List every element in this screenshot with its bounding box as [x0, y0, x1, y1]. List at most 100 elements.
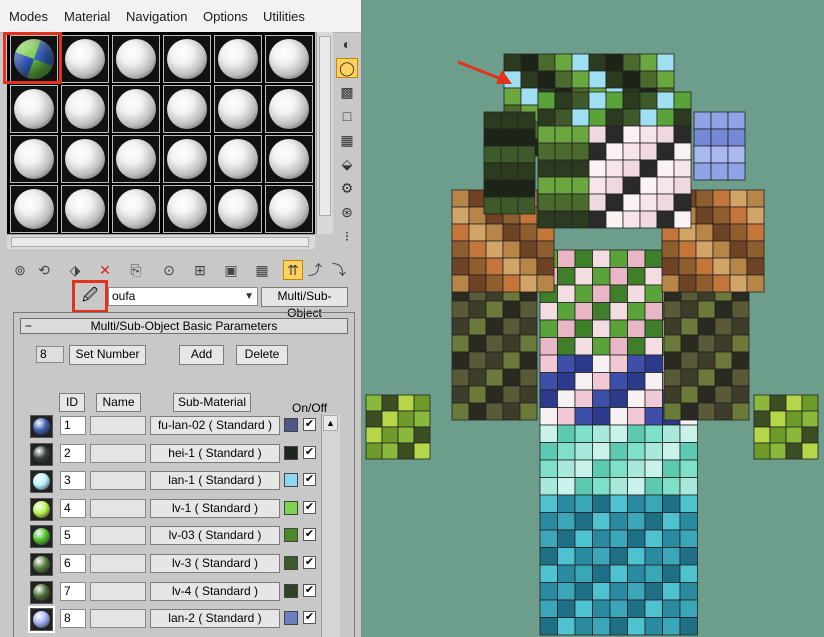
submaterial-color-swatch[interactable] — [284, 556, 298, 570]
submaterial-name-field[interactable] — [90, 609, 146, 629]
assign-to-selection-icon[interactable]: ⬗ — [65, 260, 85, 280]
material-name-dropdown[interactable]: oufa ▼ — [108, 287, 258, 306]
submaterial-swatch[interactable] — [30, 553, 53, 576]
material-count-field[interactable]: 8 — [36, 346, 64, 363]
submaterial-id-field[interactable]: 1 — [60, 416, 86, 435]
submaterial-color-swatch[interactable] — [284, 445, 298, 460]
submaterial-button[interactable]: hei-1 ( Standard ) — [150, 443, 280, 463]
submaterial-on-checkbox[interactable]: ✔ — [303, 556, 316, 569]
sample-uv-tiling-icon[interactable]: □ — [336, 106, 358, 126]
submaterial-swatch[interactable] — [30, 415, 53, 438]
submaterial-id-field[interactable]: 7 — [60, 581, 86, 601]
sample-slot[interactable] — [163, 135, 211, 183]
sample-slot[interactable] — [112, 185, 160, 233]
sample-slot[interactable] — [112, 35, 160, 83]
sort-by-name-button[interactable]: Name — [96, 393, 141, 412]
submaterial-color-swatch[interactable] — [284, 473, 298, 488]
submaterial-on-checkbox[interactable]: ✔ — [303, 583, 316, 597]
material-navigator-icon[interactable]: ⁝ — [336, 226, 358, 246]
show-map-in-viewport-icon[interactable]: ▦ — [252, 260, 272, 280]
sample-slot[interactable] — [10, 85, 58, 133]
sample-slot[interactable] — [61, 85, 109, 133]
sample-type-icon[interactable]: ◐ — [336, 34, 358, 54]
submaterial-color-swatch[interactable] — [284, 418, 298, 432]
submaterial-id-field[interactable]: 6 — [60, 554, 86, 573]
sample-slot[interactable] — [163, 185, 211, 233]
sample-slot[interactable] — [61, 185, 109, 233]
sample-slot[interactable] — [214, 85, 262, 133]
video-color-check-icon[interactable]: ▦ — [336, 130, 358, 150]
sample-slot[interactable] — [265, 185, 313, 233]
sample-slot[interactable] — [61, 135, 109, 183]
submaterial-on-checkbox[interactable]: ✔ — [303, 611, 316, 625]
submaterial-color-swatch[interactable] — [284, 583, 298, 598]
submaterial-id-field[interactable]: 3 — [60, 471, 86, 491]
submaterial-name-field[interactable] — [90, 554, 146, 573]
put-to-scene-icon[interactable]: ⟲ — [34, 260, 54, 280]
submaterial-button[interactable]: lv-4 ( Standard ) — [150, 581, 280, 601]
submaterial-swatch[interactable] — [28, 606, 55, 634]
add-button[interactable]: Add — [179, 345, 224, 365]
menu-modes[interactable]: Modes — [9, 9, 48, 24]
copy-material-icon[interactable]: ⎘ — [126, 260, 146, 280]
submaterial-button[interactable]: lan-2 ( Standard ) — [150, 609, 280, 629]
delete-button[interactable]: Delete — [236, 345, 288, 365]
3d-viewport[interactable] — [362, 0, 824, 637]
scroll-up-icon[interactable]: ▲ — [323, 415, 338, 431]
sample-slot[interactable] — [214, 35, 262, 83]
submaterial-on-checkbox[interactable]: ✔ — [303, 473, 316, 487]
menu-material[interactable]: Material — [64, 9, 110, 24]
sample-slot[interactable] — [265, 85, 313, 133]
sort-by-submaterial-button[interactable]: Sub-Material — [173, 393, 251, 412]
submaterial-swatch[interactable] — [30, 497, 53, 521]
get-material-icon[interactable]: ⊚ — [10, 260, 30, 280]
sample-slot[interactable] — [265, 35, 313, 83]
material-id-channel-icon[interactable]: ▣ — [221, 260, 241, 280]
submaterial-id-field[interactable]: 5 — [60, 526, 86, 546]
rollout-title-bar[interactable]: − Multi/Sub-Object Basic Parameters — [20, 318, 348, 334]
scrollbar-thumb[interactable] — [319, 36, 331, 216]
sample-slot[interactable] — [10, 185, 58, 233]
show-end-result-icon[interactable]: ⇈ — [283, 260, 303, 280]
submaterial-button[interactable]: fu-lan-02 ( Standard ) — [150, 416, 280, 435]
submaterial-on-checkbox[interactable]: ✔ — [303, 500, 316, 514]
submaterial-name-field[interactable] — [90, 416, 146, 435]
sample-slot[interactable] — [112, 85, 160, 133]
sort-by-id-button[interactable]: ID — [59, 393, 85, 412]
submaterial-color-swatch[interactable] — [284, 500, 298, 515]
submaterial-button[interactable]: lv-3 ( Standard ) — [150, 554, 280, 573]
submaterial-color-swatch[interactable] — [284, 528, 298, 543]
scrollbar-thumb[interactable] — [11, 237, 309, 247]
submaterial-swatch[interactable] — [30, 525, 53, 549]
menu-navigation[interactable]: Navigation — [126, 9, 187, 24]
submaterial-button[interactable]: lv-03 ( Standard ) — [150, 526, 280, 546]
options-icon[interactable]: ⚙ — [336, 178, 358, 198]
sample-slot[interactable] — [10, 135, 58, 183]
menu-options[interactable]: Options — [203, 9, 248, 24]
sample-slot[interactable] — [112, 135, 160, 183]
submaterial-on-checkbox[interactable]: ✔ — [303, 418, 316, 431]
submaterial-name-field[interactable] — [90, 526, 146, 546]
submaterial-color-swatch[interactable] — [284, 611, 298, 626]
go-to-parent-icon[interactable]: ⤴ — [305, 260, 325, 280]
sample-slot[interactable] — [163, 85, 211, 133]
sample-slot[interactable] — [214, 185, 262, 233]
submaterial-button[interactable]: lv-1 ( Standard ) — [150, 498, 280, 518]
set-number-button[interactable]: Set Number — [69, 345, 146, 365]
submaterial-name-field[interactable] — [90, 471, 146, 491]
submaterial-name-field[interactable] — [90, 443, 146, 463]
submaterial-list-scrollbar[interactable]: ▲ — [321, 414, 340, 637]
submaterial-id-field[interactable]: 2 — [60, 443, 86, 463]
sample-slot[interactable] — [163, 35, 211, 83]
submaterial-swatch[interactable] — [30, 442, 53, 466]
make-preview-icon[interactable]: ⬙ — [336, 154, 358, 174]
sample-slot[interactable] — [61, 35, 109, 83]
backlight-icon[interactable]: ◯ — [336, 58, 358, 78]
submaterial-button[interactable]: lan-1 ( Standard ) — [150, 471, 280, 491]
menu-utilities[interactable]: Utilities — [263, 9, 305, 24]
put-to-library-icon[interactable]: ⊞ — [190, 260, 210, 280]
make-unique-icon[interactable]: ⊙ — [159, 260, 179, 280]
reset-map-icon[interactable]: ✕ — [95, 260, 115, 280]
select-by-material-icon[interactable]: ⊛ — [336, 202, 358, 222]
sample-slot[interactable] — [265, 135, 313, 183]
